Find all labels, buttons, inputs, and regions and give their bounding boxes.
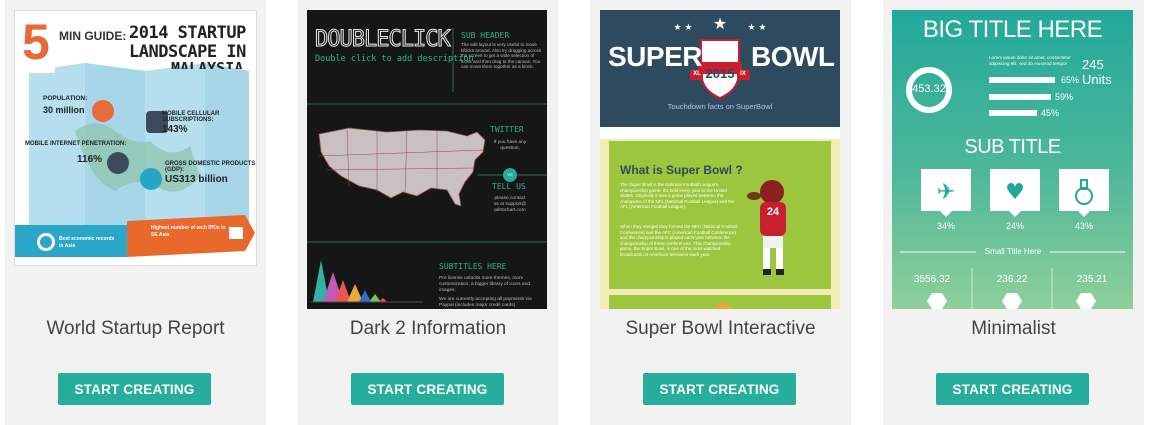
internet-label: MOBILE INTERNET PENETRATION: — [25, 141, 127, 147]
svg-text:★ ★: ★ ★ — [674, 23, 693, 33]
stat-3: 235.21 — [1076, 274, 1108, 285]
super-bowl-body-2: When they merged they formed the NFC (Na… — [620, 224, 738, 257]
percent-1: 65% — [1061, 75, 1080, 85]
template-thumbnail[interactable]: 5 MIN GUIDE: 2014 STARTUP LANDSCAPE IN M… — [14, 10, 257, 266]
units-value: 245 Units — [1082, 57, 1112, 87]
intro-text: Lorem ipsum dolor sit amet, consectetur … — [989, 55, 1071, 66]
icon-percent-2: 24% — [1005, 221, 1024, 231]
what-is-heading: What is Super Bowl ? — [620, 163, 743, 177]
twitter-label: TWITTER — [490, 125, 524, 134]
population-label: POPULATION: — [43, 95, 88, 102]
super-word: SUPER — [608, 41, 702, 72]
template-title[interactable]: Minimalist — [883, 318, 1144, 340]
sub-header-body: The edit layout is very useful to move b… — [461, 42, 542, 70]
best-records-note: Best economic records in Asia — [59, 236, 115, 249]
min-guide-label: MIN GUIDE: — [59, 29, 127, 43]
template-card-world-startup-report[interactable]: 5 MIN GUIDE: 2014 STARTUP LANDSCAPE IN M… — [5, 0, 266, 425]
template-thumbnail[interactable]: ★ ★ ★ ★ ★ SUPER BOWL 2015 XL IX Touchdow… — [600, 10, 840, 309]
doubleclick-logo: DOUBLECLICK — [315, 27, 452, 53]
icon-percent-1: 34% — [936, 221, 955, 231]
template-title[interactable]: Dark 2 Information — [298, 318, 558, 340]
template-thumbnail[interactable]: ✈ ♥ BIG TITLE HERE 453.32 Lorem ipsum do… — [892, 10, 1133, 309]
stat-2: 236.22 — [996, 274, 1028, 285]
gdp-label: GROSS DOMESTIC PRODUCTS (GDP): — [165, 161, 256, 173]
sub-title: SUB TITLE — [964, 136, 1061, 158]
start-creating-button[interactable]: START CREATING — [936, 373, 1089, 405]
vs-label: VS — [507, 172, 513, 177]
small-title: Small Title Here — [984, 247, 1042, 256]
icon-percent-3: 43% — [1074, 221, 1093, 231]
mobile-subs-value: 143% — [162, 124, 188, 135]
svg-text:♥: ♥ — [1005, 180, 1025, 205]
subtitles-body-2: We are currently accepting all payments … — [439, 297, 532, 308]
ipo-note: Highest number of tech IPOs in SE Asia — [151, 225, 226, 238]
template-gallery: 5 MIN GUIDE: 2014 STARTUP LANDSCAPE IN M… — [0, 0, 1149, 425]
template-title[interactable]: Super Bowl Interactive — [590, 318, 851, 340]
big-number: 5 — [22, 14, 50, 70]
template-thumbnail[interactable]: DOUBLECLICK Double click to add descript… — [307, 10, 547, 309]
percent-2: 59% — [1055, 92, 1074, 102]
start-creating-button[interactable]: START CREATING — [351, 373, 504, 405]
template-card-minimalist[interactable]: ✈ ♥ BIG TITLE HERE 453.32 Lorem ipsum do… — [883, 0, 1144, 425]
svg-text:★: ★ — [713, 14, 727, 33]
template-title[interactable]: World Startup Report — [5, 318, 266, 340]
headline-line-3: MALAYSIA — [171, 61, 243, 69]
subtitles-heading: SUBTITLES HERE — [439, 262, 507, 271]
year-badge: 2015 — [705, 66, 735, 81]
tellus-label: TELL US — [492, 182, 526, 191]
start-creating-button[interactable]: START CREATING — [58, 373, 211, 405]
bowl-word: BOWL — [751, 41, 835, 72]
start-creating-button[interactable]: START CREATING — [643, 373, 796, 405]
circle-value: 453.32 — [912, 83, 946, 95]
template-card-super-bowl-interactive[interactable]: ★ ★ ★ ★ ★ SUPER BOWL 2015 XL IX Touchdow… — [590, 0, 851, 425]
xl-label: XL — [693, 71, 701, 77]
mobile-subs-label: MOBILE CELLULAR SUBSCRIPTIONS: — [162, 111, 220, 123]
gdp-value: US313 billion — [165, 174, 228, 185]
internet-value: 116% — [77, 154, 103, 165]
headline-line-2: LANDSCAPE IN — [129, 42, 246, 62]
tagline: Double click to add description — [315, 54, 474, 64]
svg-text:✈: ✈ — [937, 180, 955, 205]
sub-header: SUB HEADER — [461, 31, 510, 40]
svg-text:★ ★: ★ ★ — [748, 23, 767, 33]
stat-1: 3556.32 — [913, 274, 951, 285]
percent-3: 45% — [1041, 108, 1060, 118]
twitter-body: If you have any question, — [493, 140, 527, 151]
big-title: BIG TITLE HERE — [922, 16, 1103, 43]
template-card-dark-2-information[interactable]: DOUBLECLICK Double click to add descript… — [298, 0, 558, 425]
tellus-body: please contact us at support@ piktochart… — [493, 196, 527, 213]
super-bowl-subtitle: Touchdown facts on SuperBowl — [667, 102, 773, 111]
headline-line-1: 2014 STARTUP — [129, 23, 246, 43]
subtitles-body-1: Pro license unlocks more themes, more cu… — [439, 276, 530, 293]
ix-label: IX — [740, 71, 746, 77]
population-value: 30 million — [43, 105, 85, 115]
super-bowl-body-1: The Super Bowl is the National Football … — [620, 182, 735, 210]
jersey-number: 24 — [766, 206, 780, 218]
